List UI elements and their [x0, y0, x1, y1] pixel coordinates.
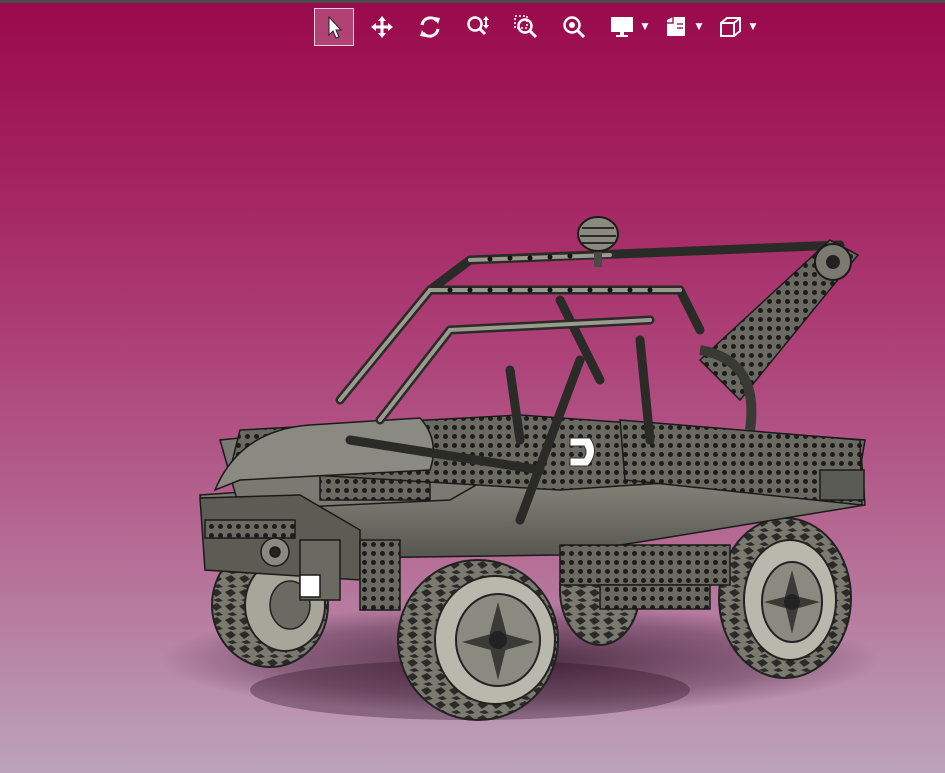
- tow-crane-arm: [698, 239, 860, 431]
- view-orientation-button[interactable]: [656, 8, 696, 46]
- model-render[interactable]: [0, 0, 945, 773]
- rear-right-wheel: [718, 517, 852, 679]
- views-icon: [667, 17, 685, 36]
- select-button[interactable]: [314, 8, 354, 46]
- zoom-fit-button[interactable]: [554, 8, 594, 46]
- zoom-fit-icon: [563, 16, 586, 39]
- monitor-icon: [611, 17, 633, 37]
- cube-icon: [720, 17, 741, 37]
- rotate-button[interactable]: [410, 8, 450, 46]
- standard-views-button[interactable]: [710, 8, 750, 46]
- arrow-pointer-icon: [328, 15, 343, 39]
- view-toolbar: ▼ ▼ ▼: [314, 8, 764, 46]
- rotate-icon: [420, 16, 440, 38]
- 3d-viewport[interactable]: ▼ ▼ ▼: [0, 0, 945, 773]
- front-right-wheel: [397, 559, 559, 721]
- zoom-window-button[interactable]: [506, 8, 546, 46]
- zoom-updown-icon: [467, 16, 489, 36]
- zoom-button[interactable]: [458, 8, 498, 46]
- pan-button[interactable]: [362, 8, 402, 46]
- move-arrows-icon: [371, 16, 393, 38]
- display-mode-button[interactable]: [602, 8, 642, 46]
- zoom-window-icon: [514, 15, 538, 39]
